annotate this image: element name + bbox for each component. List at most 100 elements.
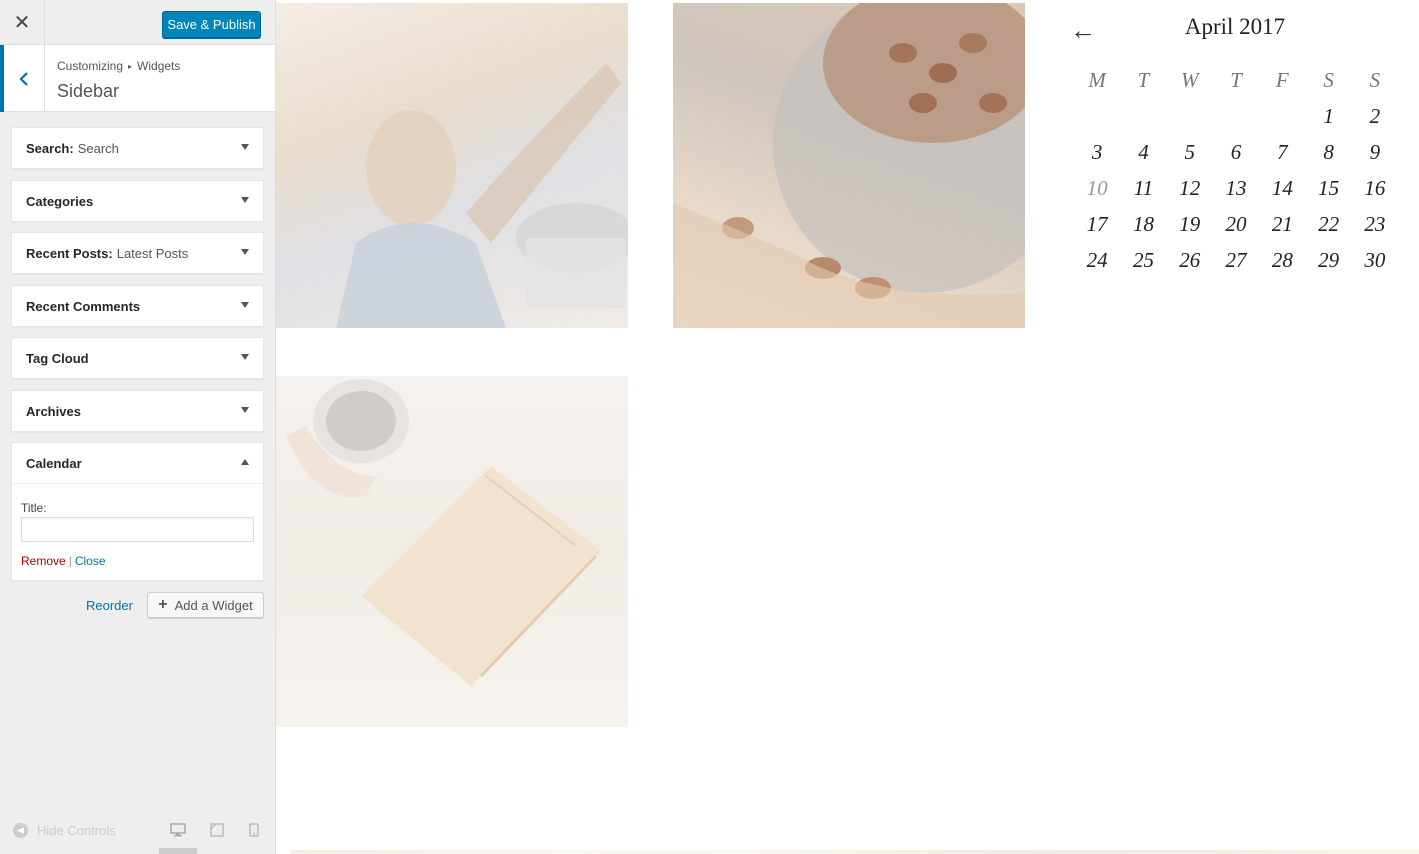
widget-name: Archives — [26, 403, 81, 419]
add-widget-label: Add a Widget — [174, 597, 253, 613]
widget-name: Recent Posts — [26, 245, 109, 261]
calendar-day: 14 — [1271, 175, 1293, 200]
widget-recent-comments[interactable]: Recent Comments — [11, 285, 264, 327]
expand-arrow-icon[interactable] — [241, 197, 249, 203]
tablet-preview-icon[interactable] — [210, 823, 226, 837]
desktop-preview-icon[interactable] — [170, 823, 186, 837]
widget-search[interactable]: Search: Search — [11, 127, 264, 169]
calendar-day: 6 — [1230, 139, 1242, 164]
expand-arrow-icon[interactable] — [241, 144, 249, 150]
expand-arrow-icon[interactable] — [241, 354, 249, 360]
widget-name: Calendar — [26, 455, 82, 471]
calendar-day: 28 — [1271, 247, 1293, 272]
calendar-day-today: 10 — [1086, 175, 1108, 200]
widget-archives[interactable]: Archives — [11, 390, 264, 432]
week-row: 3 4 5 6 7 8 9 — [1074, 134, 1398, 170]
expand-arrow-icon[interactable] — [241, 302, 249, 308]
widget-name: Tag Cloud — [26, 350, 89, 366]
calendar-day: 15 — [1318, 175, 1340, 200]
breadcrumb-arrow-icon: ▸ — [128, 62, 133, 71]
weekday-label: S — [1323, 67, 1334, 92]
weekday-label: W — [1180, 67, 1199, 92]
widget-recent-posts[interactable]: Recent Posts: Latest Posts — [11, 232, 264, 274]
separator: | — [68, 554, 72, 568]
hide-controls-label: Hide Controls — [37, 823, 116, 838]
weekday-label: M — [1088, 67, 1106, 92]
calendar-day: 27 — [1225, 247, 1247, 272]
weekday-label: T — [1137, 67, 1150, 92]
calendar-day: 18 — [1132, 211, 1154, 236]
widget-header[interactable]: Recent Posts: Latest Posts — [12, 233, 263, 273]
close-icon[interactable]: ✕ — [0, 0, 45, 45]
calendar-day: 1 — [1323, 103, 1334, 128]
expand-arrow-icon[interactable] — [241, 249, 249, 255]
calendar-day — [1120, 98, 1166, 134]
widget-name: Recent Comments — [26, 298, 141, 314]
breadcrumb-child: Widgets — [137, 59, 181, 73]
calendar-day: 21 — [1271, 211, 1293, 236]
weekday-label: S — [1369, 67, 1381, 92]
widget-header[interactable]: Recent Comments — [12, 286, 263, 326]
calendar-day: 25 — [1132, 247, 1154, 272]
widget-header[interactable]: Tag Cloud — [12, 338, 263, 378]
calendar-day: 11 — [1133, 175, 1154, 200]
calendar-day: 22 — [1318, 211, 1340, 236]
widget-categories[interactable]: Categories — [11, 180, 264, 222]
customizer-sidebar: ✕ Save & Publish Customizing ▸ Widgets Sid… — [0, 0, 276, 854]
widget-actions: Remove | Close — [21, 554, 254, 568]
coffee-grinder-photo[interactable] — [673, 3, 1025, 328]
previous-month-arrow-icon[interactable]: ← — [1070, 17, 1096, 43]
calendar-day — [1074, 98, 1120, 134]
customizer-header: ✕ Save & Publish — [0, 0, 275, 45]
weekday-row: M T W T F S S — [1074, 62, 1398, 98]
widget-tag-cloud[interactable]: Tag Cloud — [11, 337, 264, 379]
week-row: 1 2 — [1074, 98, 1398, 134]
calendar-day: 30 — [1364, 247, 1386, 272]
widget-header[interactable]: Categories — [12, 181, 263, 221]
add-widget-button[interactable]: + Add a Widget — [147, 592, 264, 618]
calendar-grid: M T W T F S S 1 2 3 4 5 6 7 8 9 10 11 12… — [1074, 62, 1398, 278]
calendar-day — [1167, 98, 1213, 134]
calendar-day: 8 — [1323, 139, 1334, 164]
widget-name: Categories — [26, 193, 94, 209]
week-row: 24 25 26 27 28 29 30 — [1074, 242, 1398, 278]
weekday-label: T — [1230, 67, 1242, 92]
calendar-day: 17 — [1086, 211, 1108, 236]
collapse-circle-icon: ◀ — [13, 823, 28, 838]
weekday-label: F — [1275, 67, 1289, 92]
widget-header[interactable]: Archives — [12, 391, 263, 431]
widget-subtitle: Latest Posts — [116, 245, 189, 261]
calendar-day: 23 — [1364, 211, 1386, 236]
mobile-preview-icon[interactable] — [249, 823, 265, 837]
calendar-day — [1259, 98, 1305, 134]
barista-photo[interactable] — [276, 3, 628, 328]
widget-name: Search — [26, 140, 70, 156]
week-row: 10 11 12 13 14 15 16 — [1074, 170, 1398, 206]
save-publish-button[interactable]: Save & Publish — [162, 11, 261, 38]
collapse-arrow-icon[interactable] — [241, 459, 249, 465]
widget-header[interactable]: Calendar — [12, 443, 263, 483]
hide-controls-button[interactable]: ◀ Hide Controls — [13, 823, 116, 838]
widget-header[interactable]: Search: Search — [12, 128, 263, 168]
widget-calendar[interactable]: Calendar Title: Remove | Close — [11, 442, 264, 581]
calendar-day: 24 — [1086, 247, 1108, 272]
back-icon[interactable] — [0, 45, 45, 112]
customizer-footer: ◀ Hide Controls — [0, 810, 275, 854]
remove-link[interactable]: Remove — [21, 554, 66, 568]
coffee-and-book-photo[interactable] — [276, 376, 628, 727]
calendar-day: 9 — [1369, 139, 1381, 164]
calendar-day: 16 — [1364, 175, 1386, 200]
calendar-day: 20 — [1225, 211, 1247, 236]
breadcrumb: Customizing ▸ Widgets — [57, 59, 180, 73]
section-header: Customizing ▸ Widgets Sidebar — [0, 45, 275, 112]
expand-arrow-icon[interactable] — [241, 407, 249, 413]
title-input[interactable] — [21, 517, 254, 542]
reorder-link[interactable]: Reorder — [86, 598, 133, 613]
footer-image-strip — [290, 850, 1419, 854]
close-link[interactable]: Close — [75, 554, 106, 568]
calendar-day: 7 — [1277, 139, 1288, 164]
calendar-day: 13 — [1225, 175, 1247, 200]
active-device-indicator — [159, 848, 197, 854]
calendar-day: 19 — [1179, 211, 1201, 236]
calendar-day — [1213, 98, 1259, 134]
